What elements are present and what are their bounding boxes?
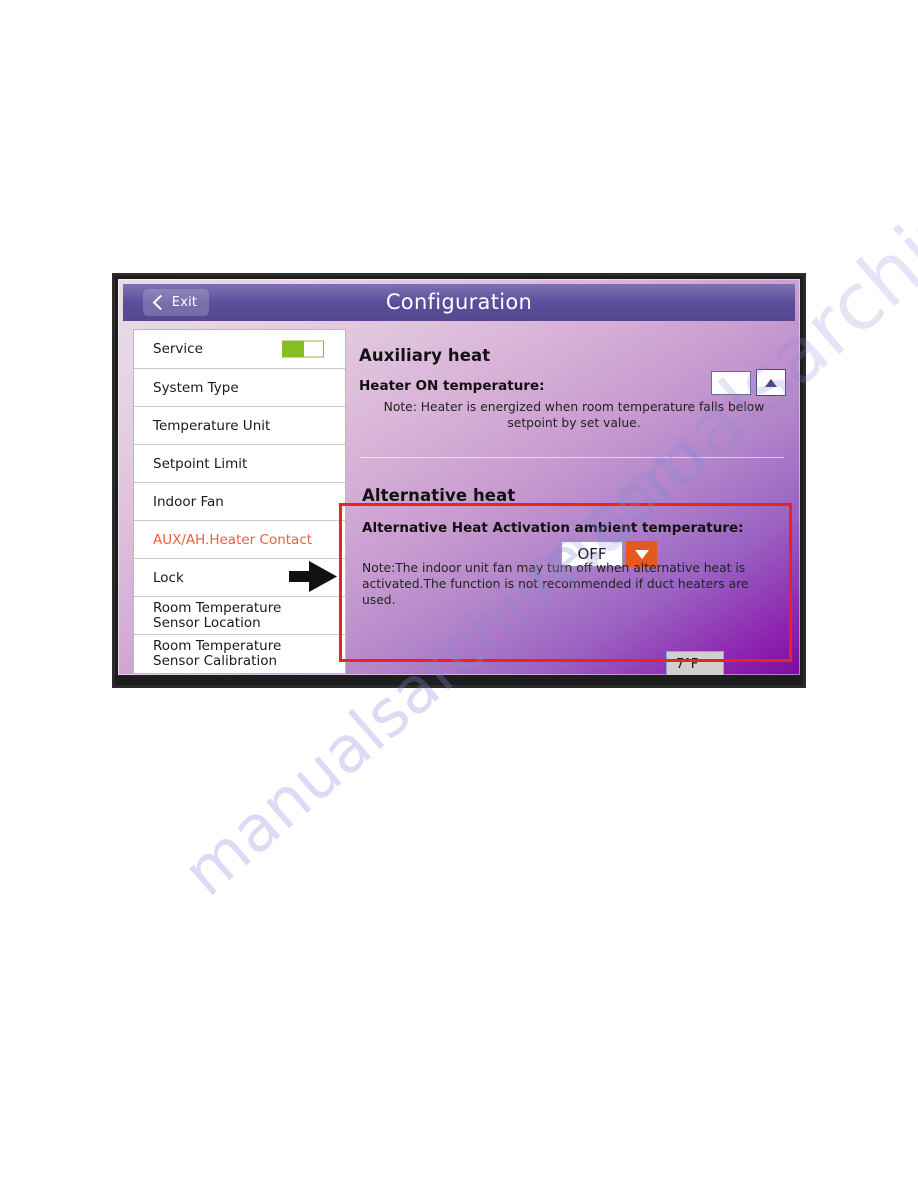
temperature-dropdown-list[interactable]: 7°F 10°F 15°F 20°F 25°F 30°F 35°F 40°F <box>666 651 724 675</box>
settings-sidebar: Service System Type Temperature Unit Set… <box>133 329 346 674</box>
sidebar-item-room-temperature-sensor-calibration[interactable]: Room Temperature Sensor Calibration <box>134 635 345 673</box>
sidebar-item-room-temperature-sensor-location[interactable]: Room Temperature Sensor Location <box>134 597 345 635</box>
service-toggle[interactable] <box>282 340 324 358</box>
sidebar-item-label: System Type <box>153 379 239 396</box>
sidebar-item-label: Temperature Unit <box>153 417 271 434</box>
sidebar-item-label: AUX/AH.Heater Contact <box>153 531 313 548</box>
heater-on-temperature-input[interactable] <box>711 371 751 395</box>
device-frame: Exit Configuration Service System Type T… <box>112 273 806 688</box>
sidebar-item-label: Room Temperature Sensor Calibration <box>153 638 282 669</box>
page-title: Configuration <box>385 290 533 314</box>
auxiliary-heat-note: Note: Heater is energized when room temp… <box>383 400 765 430</box>
sidebar-item-label: Service <box>153 341 203 357</box>
sidebar-item-aux-ah-heater-contact[interactable]: AUX/AH.Heater Contact <box>134 521 345 559</box>
alternative-heat-note: Note:The indoor unit fan may turn off wh… <box>362 561 749 607</box>
alternative-heat-activation-label: Alternative Heat Activation ambient temp… <box>362 520 744 536</box>
sidebar-item-system-type[interactable]: System Type <box>134 369 345 407</box>
heater-on-temperature-increment-button[interactable] <box>756 369 786 396</box>
sidebar-item-temperature-unit[interactable]: Temperature Unit <box>134 407 345 445</box>
device-screen: Exit Configuration Service System Type T… <box>118 279 800 675</box>
triangle-up-icon <box>765 378 777 387</box>
toggle-on-fill <box>283 341 304 357</box>
arrow-right-icon <box>289 561 337 592</box>
alternative-heat-heading: Alternative heat <box>362 486 516 505</box>
sidebar-item-service[interactable]: Service <box>134 330 345 369</box>
sidebar-item-label: Indoor Fan <box>153 493 224 510</box>
sidebar-item-setpoint-limit[interactable]: Setpoint Limit <box>134 445 345 483</box>
triangle-down-icon <box>634 549 649 559</box>
heater-on-temperature-label: Heater ON temperature: <box>359 378 545 394</box>
sidebar-item-indoor-fan[interactable]: Indoor Fan <box>134 483 345 521</box>
sidebar-item-label: Room Temperature Sensor Location <box>153 599 282 631</box>
sidebar-item-label: Setpoint Limit <box>153 455 248 472</box>
titlebar: Exit Configuration <box>123 284 795 321</box>
configuration-content: Auxiliary heat Heater ON temperature: No… <box>346 329 795 675</box>
dropdown-option[interactable]: 7°F <box>667 652 723 675</box>
auxiliary-heat-heading: Auxiliary heat <box>359 346 491 365</box>
section-divider <box>360 457 784 458</box>
sidebar-item-label: Lock <box>153 569 184 586</box>
